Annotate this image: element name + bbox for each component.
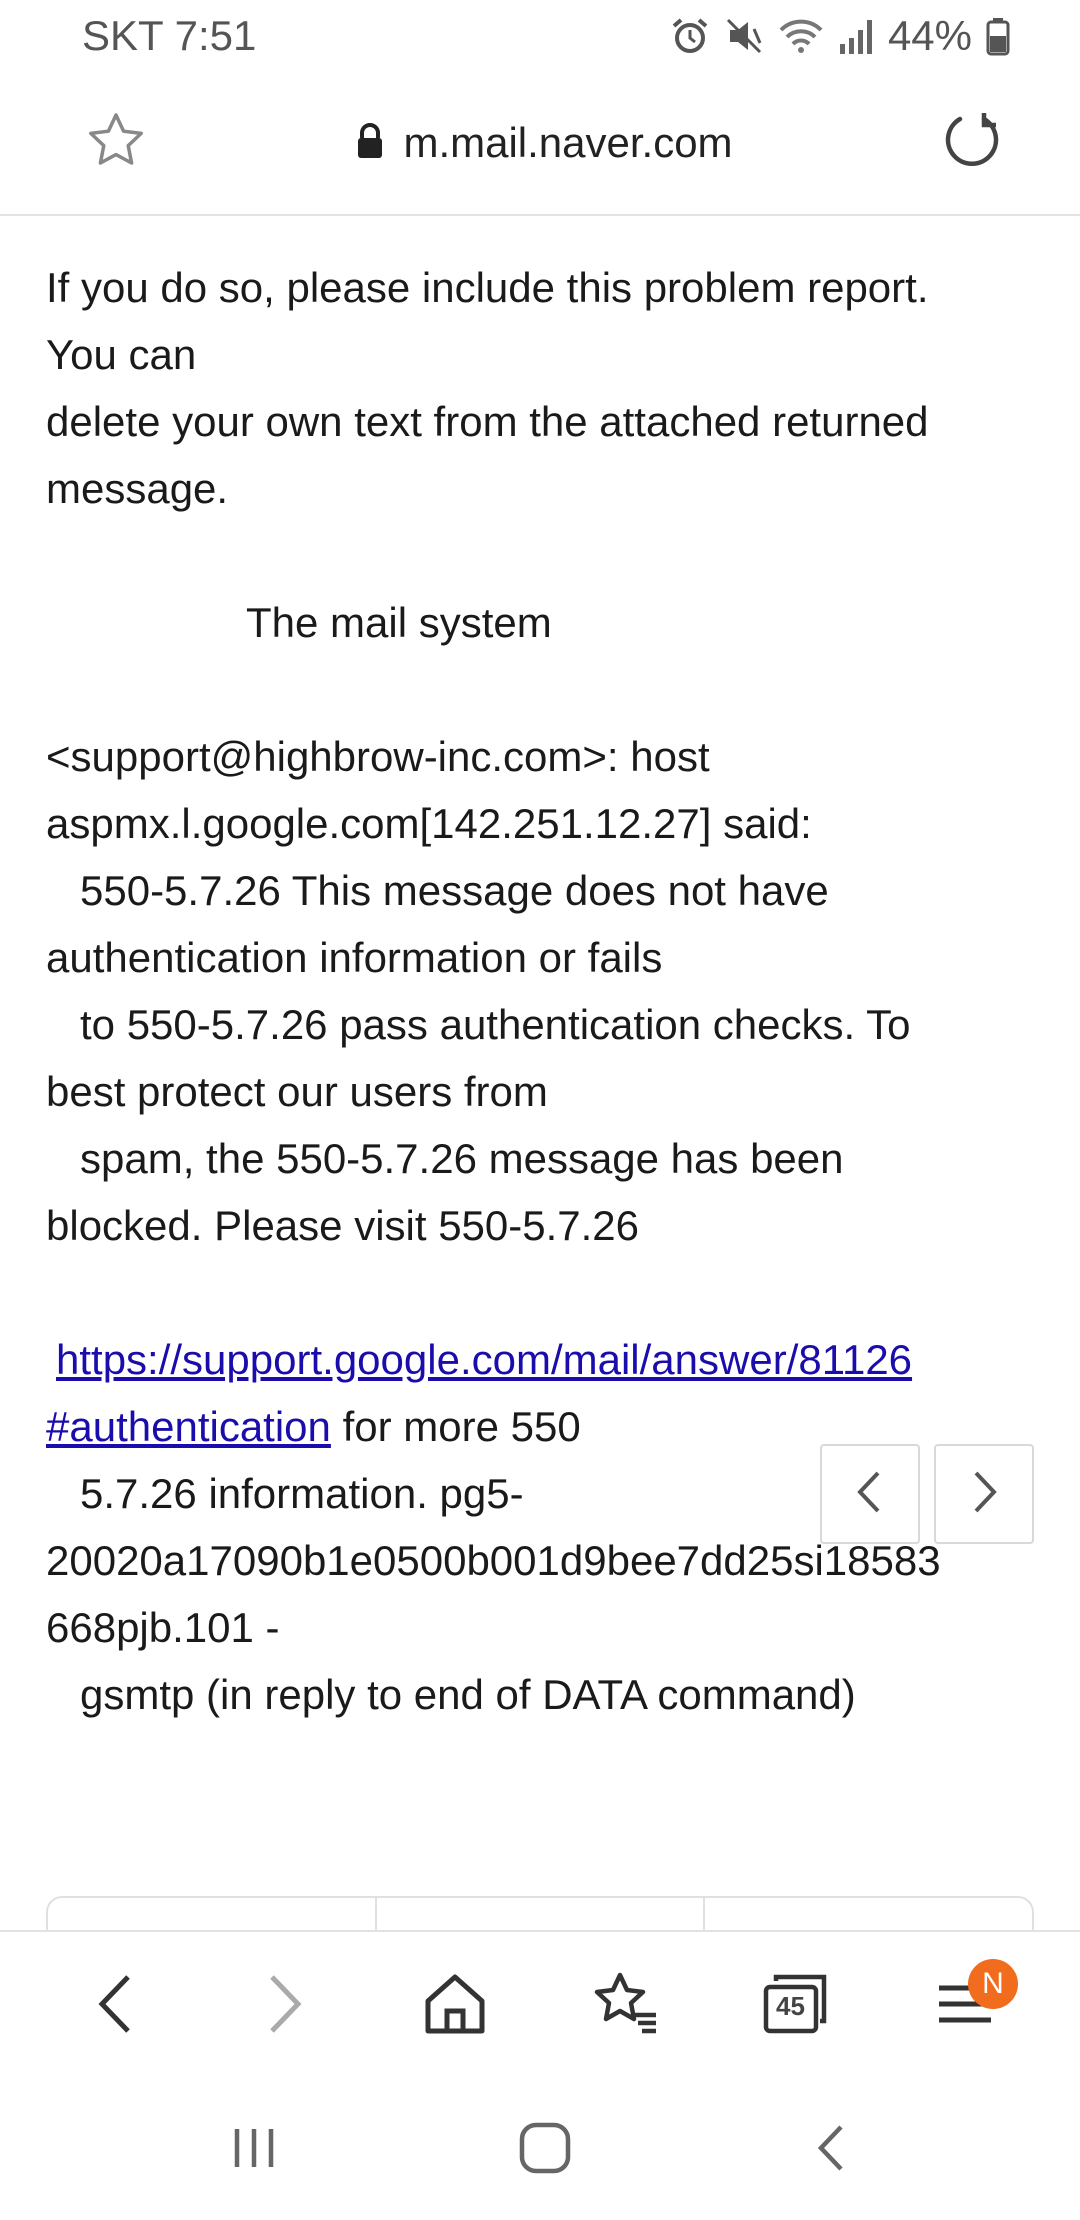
reload-icon[interactable] bbox=[940, 109, 1004, 178]
recipient-line: <support@highbrow-inc.com>: host bbox=[46, 733, 710, 780]
error-line: spam, the 550-5.7.26 message has been bbox=[80, 1135, 844, 1182]
bookmarks-button[interactable] bbox=[570, 1951, 680, 2061]
url-text: m.mail.naver.com bbox=[403, 119, 733, 166]
home-nav-button[interactable] bbox=[518, 2121, 572, 2180]
forward-arrow-icon bbox=[260, 1969, 310, 2044]
system-nav-bar bbox=[0, 2080, 1080, 2220]
mail-nav-arrows bbox=[820, 1444, 1034, 1544]
host-line: aspmx.l.google.com[142.251.12.27] said: bbox=[46, 800, 812, 847]
mute-icon bbox=[724, 16, 764, 56]
carrier-time: SKT 7:51 bbox=[82, 12, 257, 59]
mail-signature: The mail system bbox=[246, 599, 552, 646]
error-line: to 550-5.7.26 pass authentication checks… bbox=[80, 1001, 911, 1048]
error-line: 550-5.7.26 This message does not have bbox=[80, 867, 829, 914]
help-link[interactable]: https://support.google.com/mail/answer/8… bbox=[56, 1336, 912, 1383]
chevron-left-icon bbox=[850, 1467, 890, 1522]
next-mail-button[interactable] bbox=[934, 1444, 1034, 1544]
recent-apps-button[interactable] bbox=[229, 2123, 279, 2178]
battery-percent: 44% bbox=[887, 12, 972, 59]
body-line: You can bbox=[46, 331, 197, 378]
url-field[interactable]: m.mail.naver.com bbox=[355, 119, 733, 167]
star-icon[interactable] bbox=[84, 109, 148, 178]
forward-button[interactable] bbox=[230, 1951, 340, 2061]
tabs-button[interactable]: 45 bbox=[740, 1951, 850, 2061]
address-bar: m.mail.naver.com bbox=[0, 72, 1080, 216]
alarm-icon bbox=[670, 16, 710, 56]
home-button[interactable] bbox=[400, 1951, 510, 2061]
mail-content: If you do so, please include this proble… bbox=[0, 218, 1080, 1930]
signal-icon bbox=[838, 16, 874, 56]
back-arrow-icon bbox=[90, 1969, 140, 2044]
body-line: If you do so, please include this proble… bbox=[46, 264, 929, 311]
back-button[interactable] bbox=[60, 1951, 170, 2061]
error-line: authentication information or fails bbox=[46, 934, 663, 981]
lock-icon bbox=[355, 122, 385, 165]
previous-mail-button[interactable] bbox=[820, 1444, 920, 1544]
menu-button[interactable]: N bbox=[910, 1951, 1020, 2061]
notification-badge: N bbox=[968, 1959, 1018, 2009]
wifi-icon bbox=[778, 16, 824, 56]
error-line: blocked. Please visit 550-5.7.26 bbox=[46, 1202, 640, 1249]
status-icons: 44% bbox=[670, 12, 1010, 60]
body-line: message. bbox=[46, 465, 229, 512]
browser-toolbar: 45 N bbox=[0, 1930, 1080, 2080]
after-link-text: for more 550 bbox=[330, 1403, 581, 1450]
help-link-anchor[interactable]: #authentication bbox=[46, 1403, 331, 1450]
bookmark-star-icon bbox=[590, 1971, 660, 2042]
error-line: best protect our users from bbox=[46, 1068, 548, 1115]
home-icon bbox=[422, 1971, 488, 2042]
info-line: gsmtp (in reply to end of DATA command) bbox=[80, 1671, 856, 1718]
status-bar: SKT 7:51 44% bbox=[0, 0, 1080, 72]
battery-icon bbox=[986, 16, 1010, 56]
body-line: delete your own text from the attached r… bbox=[46, 398, 929, 445]
tab-count: 45 bbox=[776, 1991, 805, 2021]
help-link-part1: https://support.google.com/mail/answer/8… bbox=[46, 1326, 1034, 1393]
back-nav-button[interactable] bbox=[811, 2121, 851, 2180]
info-line: 668pjb.101 - bbox=[46, 1604, 280, 1651]
chevron-right-icon bbox=[964, 1467, 1004, 1522]
